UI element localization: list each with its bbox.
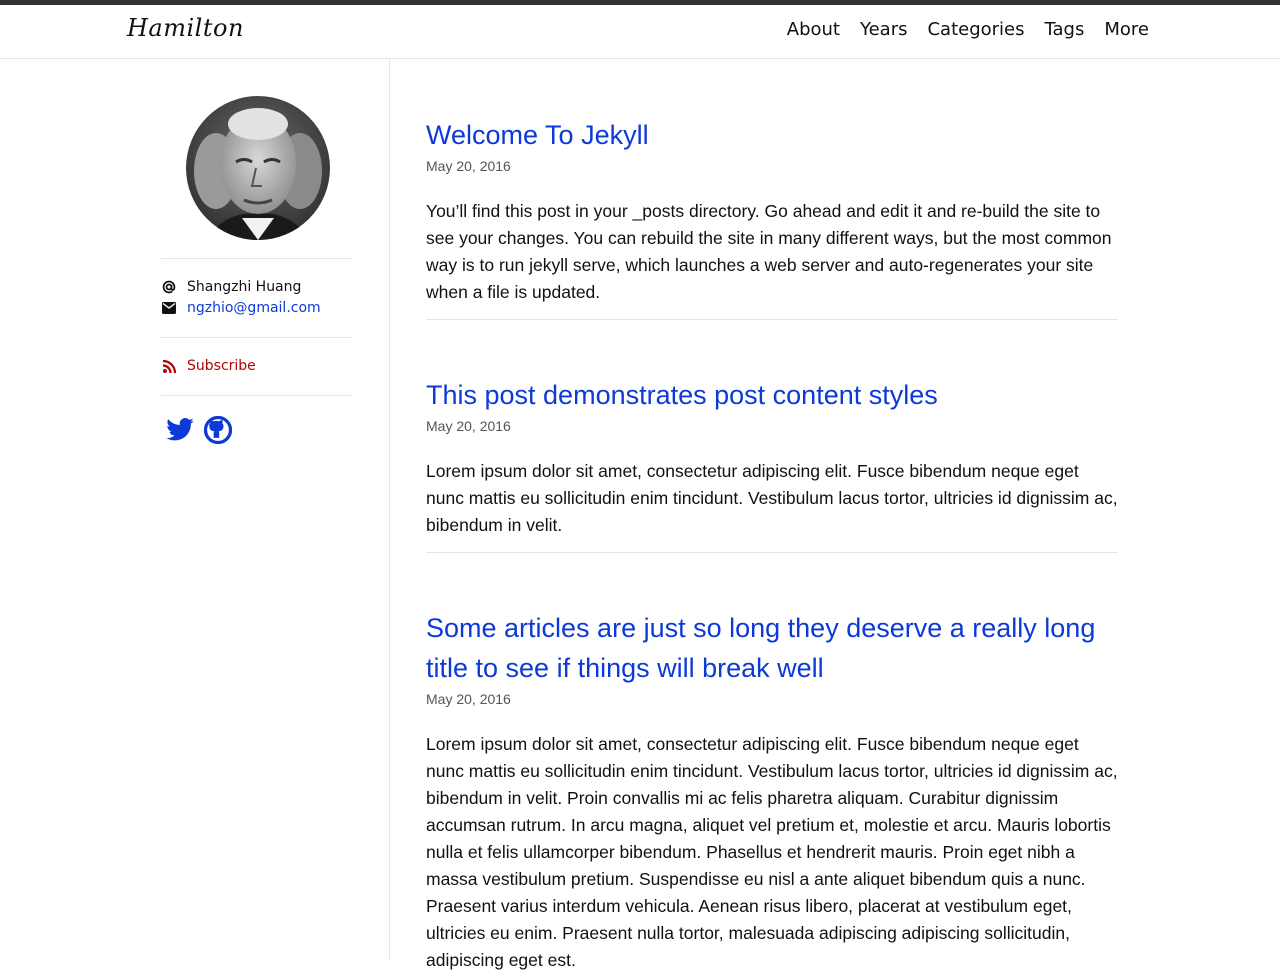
post-separator: [426, 552, 1118, 553]
author-name: Shangzhi Huang: [187, 279, 302, 295]
envelope-icon: [161, 300, 177, 316]
author-row: Shangzhi Huang: [161, 277, 301, 297]
email-link[interactable]: ngzhio@gmail.com: [187, 298, 321, 318]
subscribe-link[interactable]: Subscribe: [187, 356, 256, 376]
social-links: [165, 415, 233, 445]
subscribe-row: Subscribe: [161, 356, 256, 376]
post-item: Welcome To Jekyll May 20, 2016 You’ll fi…: [426, 115, 1118, 306]
sidebar-separator: [161, 258, 353, 259]
avatar: [186, 96, 330, 240]
post-excerpt: You’ll find this post in your _posts dir…: [426, 201, 1112, 302]
main-nav: About Years Categories Tags More: [787, 19, 1149, 40]
post-date: May 20, 2016: [426, 158, 511, 174]
post-item: Some articles are just so long they dese…: [426, 608, 1118, 974]
email-row: ngzhio@gmail.com: [161, 298, 321, 318]
twitter-icon[interactable]: [165, 415, 195, 445]
github-icon[interactable]: [203, 415, 233, 445]
post-date: May 20, 2016: [426, 418, 511, 434]
rss-icon: [161, 358, 177, 374]
nav-categories[interactable]: Categories: [927, 19, 1024, 40]
post-excerpt: Lorem ipsum dolor sit amet, consectetur …: [426, 734, 1118, 970]
nav-years[interactable]: Years: [860, 19, 908, 40]
post-excerpt: Lorem ipsum dolor sit amet, consectetur …: [426, 461, 1118, 535]
site-brand-link[interactable]: Hamilton: [127, 14, 244, 42]
post-item: This post demonstrates post content styl…: [426, 375, 1118, 539]
at-icon: [161, 279, 177, 295]
post-title-link[interactable]: Welcome To Jekyll: [426, 115, 1118, 155]
post-title-link[interactable]: Some articles are just so long they dese…: [426, 608, 1118, 688]
sidebar-separator: [161, 337, 353, 338]
sidebar-divider: [389, 59, 390, 960]
nav-tags[interactable]: Tags: [1045, 19, 1085, 40]
sidebar-separator: [161, 395, 353, 396]
post-separator: [426, 319, 1118, 320]
nav-about[interactable]: About: [787, 19, 840, 40]
nav-more[interactable]: More: [1104, 19, 1149, 40]
site-header: Hamilton About Years Categories Tags Mor…: [0, 5, 1280, 59]
post-date: May 20, 2016: [426, 691, 511, 707]
post-title-link[interactable]: This post demonstrates post content styl…: [426, 375, 1118, 415]
